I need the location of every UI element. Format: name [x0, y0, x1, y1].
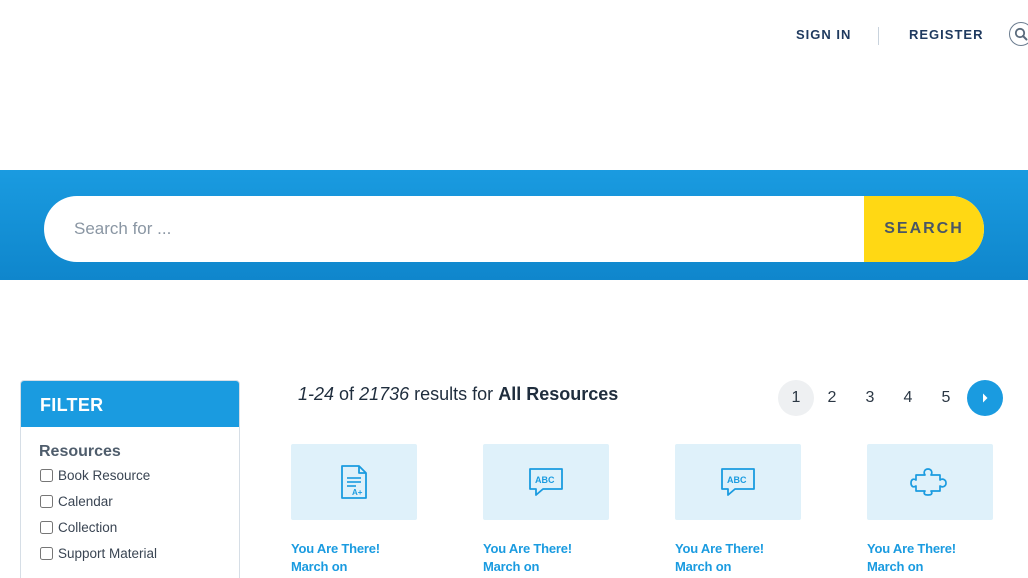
results-summary: 1-24 of 21736 results for All Resources: [298, 384, 618, 405]
search-input[interactable]: [44, 196, 864, 262]
svg-text:ABC: ABC: [535, 475, 555, 485]
resource-card[interactable]: You Are There! March on: [867, 444, 993, 576]
filter-option-book-resource[interactable]: Book Resource: [39, 468, 150, 483]
puzzle-piece-icon: [910, 468, 947, 496]
card-title-line: You Are There!: [483, 541, 572, 556]
filter-section-title: Resources: [39, 443, 121, 460]
filter-option-label: Support Material: [58, 546, 158, 561]
page-2[interactable]: 2: [814, 380, 850, 416]
card-title[interactable]: You Are There! March on: [291, 540, 417, 576]
abc-speech-bubble-icon: ABC: [529, 468, 563, 496]
results-total: 21736: [359, 384, 410, 404]
card-thumbnail[interactable]: A+: [291, 444, 417, 520]
card-title[interactable]: You Are There! March on: [483, 540, 609, 576]
card-thumbnail[interactable]: [867, 444, 993, 520]
document-grade-icon: A+: [341, 465, 367, 499]
filter-option-calendar[interactable]: Calendar: [39, 494, 113, 509]
results-scope: All Resources: [498, 384, 619, 404]
filter-title: FILTER: [21, 381, 239, 427]
top-navigation: SIGN IN REGISTER: [0, 0, 1028, 70]
abc-speech-bubble-icon: ABC: [721, 468, 755, 496]
resource-card[interactable]: ABC You Are There! March on: [483, 444, 609, 576]
results-of: of: [339, 384, 355, 404]
page-1[interactable]: 1: [778, 380, 814, 416]
card-thumbnail[interactable]: ABC: [483, 444, 609, 520]
filter-option-label: Calendar: [58, 494, 113, 509]
card-title-line: You Are There!: [291, 541, 380, 556]
filter-option-collection[interactable]: Collection: [39, 520, 117, 535]
search-banner: SEARCH: [0, 170, 1028, 280]
card-thumbnail[interactable]: ABC: [675, 444, 801, 520]
search-icon[interactable]: [1009, 22, 1028, 46]
filter-panel: FILTER Resources Book Resource Calendar …: [20, 380, 240, 578]
filter-option-support-material[interactable]: Support Material: [39, 546, 157, 561]
svg-text:ABC: ABC: [727, 475, 747, 485]
filter-option-label: Book Resource: [58, 468, 151, 483]
card-title-line: March on: [867, 559, 924, 574]
search-box: SEARCH: [44, 196, 984, 262]
page-4[interactable]: 4: [890, 380, 926, 416]
page-3[interactable]: 3: [852, 380, 888, 416]
filter-checkbox[interactable]: [40, 469, 53, 482]
search-button[interactable]: SEARCH: [864, 196, 984, 262]
filter-checkbox[interactable]: [40, 521, 53, 534]
nav-divider: [878, 27, 879, 45]
register-link[interactable]: REGISTER: [909, 27, 983, 42]
card-title[interactable]: You Are There! March on: [675, 540, 801, 576]
resource-card[interactable]: A+ You Are There! March on: [291, 444, 417, 576]
filter-checkbox[interactable]: [40, 495, 53, 508]
filter-checkbox[interactable]: [40, 547, 53, 560]
card-title-line: March on: [291, 559, 348, 574]
next-page-button[interactable]: [967, 380, 1003, 416]
page-5[interactable]: 5: [928, 380, 964, 416]
card-title-line: March on: [483, 559, 540, 574]
svg-text:A+: A+: [352, 488, 363, 497]
sign-in-link[interactable]: SIGN IN: [796, 27, 851, 42]
card-title-line: March on: [675, 559, 732, 574]
card-title-line: You Are There!: [867, 541, 956, 556]
filter-option-label: Collection: [58, 520, 118, 535]
resource-card[interactable]: ABC You Are There! March on: [675, 444, 801, 576]
chevron-right-icon: [983, 393, 988, 403]
card-title[interactable]: You Are There! March on: [867, 540, 993, 576]
results-range: 1-24: [298, 384, 335, 404]
results-for: results for: [414, 384, 494, 404]
card-title-line: You Are There!: [675, 541, 764, 556]
